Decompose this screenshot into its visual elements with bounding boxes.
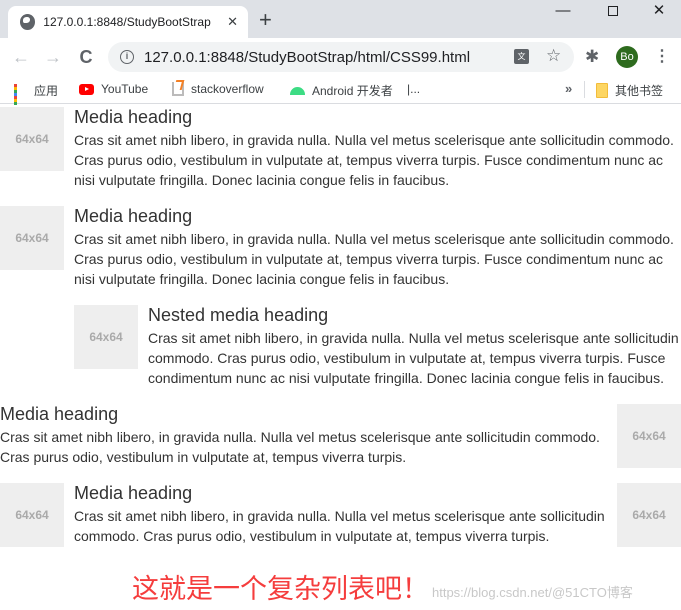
folder-icon: [596, 83, 608, 98]
profile-avatar[interactable]: Bo: [616, 46, 638, 68]
media-heading: Media heading: [0, 404, 119, 424]
media-item: 64x64 Media heading Cras sit amet nibh l…: [0, 107, 681, 190]
maximize-icon: [608, 6, 618, 16]
media-heading: Media heading: [74, 483, 193, 503]
media-heading: Media heading: [74, 206, 193, 226]
stackoverflow-icon: [172, 82, 184, 96]
maximize-button[interactable]: [590, 0, 636, 24]
page-content: 64x64 Media heading Cras sit amet nibh l…: [0, 105, 681, 610]
bookmark-truncated[interactable]: |...: [407, 82, 420, 96]
bookmark-label: YouTube: [101, 82, 149, 96]
android-icon: [290, 86, 305, 95]
tab-title: 127.0.0.1:8848/StudyBootStrap: [43, 15, 211, 29]
apps-icon: [14, 84, 27, 111]
youtube-icon: [79, 83, 94, 95]
nested-media-item: 64x64 Nested media heading Cras sit amet…: [74, 305, 681, 388]
media-item-both: 64x64 Media heading Cras sit amet nibh l…: [0, 483, 681, 547]
bookmark-apps[interactable]: 应用: [14, 82, 59, 111]
media-thumbnail: 64x64: [0, 107, 64, 171]
bookmarks-divider: [584, 81, 585, 98]
media-text: Cras sit amet nibh libero, in gravida nu…: [148, 330, 679, 386]
annotation-caption: 这就是一个复杂列表吧！: [132, 574, 429, 605]
media-thumbnail: 64x64: [617, 404, 681, 468]
media-heading: Media heading: [74, 107, 193, 127]
url-text[interactable]: 127.0.0.1:8848/StudyBootStrap/html/CSS99…: [144, 49, 470, 66]
bookmark-youtube[interactable]: YouTube: [79, 82, 148, 96]
bookmarks-overflow-button[interactable]: »: [565, 81, 572, 96]
back-button[interactable]: ←: [9, 45, 33, 69]
bookmark-label: Android 开发者: [312, 84, 393, 98]
bookmark-label: |...: [407, 82, 421, 96]
tab-strip: 127.0.0.1:8848/StudyBootStrap ✕ + — ✕: [0, 0, 681, 38]
media-body: Media heading Cras sit amet nibh libero,…: [74, 483, 607, 547]
media-body: Media heading Cras sit amet nibh libero,…: [74, 107, 681, 190]
bookmark-star-icon[interactable]: ☆: [546, 46, 561, 66]
watermark: https://blog.csdn.net/@51CTO博客: [432, 585, 633, 600]
media-text: Cras sit amet nibh libero, in gravida nu…: [74, 132, 674, 188]
bookmark-label: stackoverflow: [191, 82, 264, 96]
media-thumbnail: 64x64: [74, 305, 138, 369]
browser-toolbar: ← → C i 127.0.0.1:8848/StudyBootStrap/ht…: [0, 38, 681, 76]
media-body: Media heading Cras sit amet nibh libero,…: [74, 206, 681, 289]
media-thumbnail-left: 64x64: [0, 483, 64, 547]
media-item-right: Media heading Cras sit amet nibh libero,…: [0, 404, 681, 468]
media-text: Cras sit amet nibh libero, in gravida nu…: [0, 429, 600, 465]
new-tab-button[interactable]: +: [259, 8, 272, 32]
media-item: 64x64 Media heading Cras sit amet nibh l…: [0, 206, 681, 289]
other-bookmarks[interactable]: 其他书签: [596, 82, 663, 99]
bookmark-stackoverflow[interactable]: stackoverflow: [172, 82, 264, 96]
other-bookmarks-label: 其他书签: [615, 84, 664, 98]
browser-tab[interactable]: 127.0.0.1:8848/StudyBootStrap ✕: [8, 6, 248, 38]
media-body: Media heading Cras sit amet nibh libero,…: [0, 404, 607, 468]
bookmark-label: 应用: [34, 84, 59, 98]
bookmark-android[interactable]: Android 开发者: [290, 82, 393, 99]
reload-button[interactable]: C: [74, 45, 98, 69]
translate-icon[interactable]: 文: [514, 49, 529, 64]
media-thumbnail-right: 64x64: [617, 483, 681, 547]
browser-menu-icon[interactable]: ⋮: [654, 46, 670, 68]
media-heading: Nested media heading: [148, 305, 329, 325]
close-window-button[interactable]: ✕: [636, 0, 681, 24]
forward-button[interactable]: →: [41, 45, 65, 69]
bookmarks-bar: 应用 YouTube stackoverflow Android 开发者 |..…: [0, 76, 681, 111]
address-bar[interactable]: i 127.0.0.1:8848/StudyBootStrap/html/CSS…: [108, 42, 574, 72]
media-text: Cras sit amet nibh libero, in gravida nu…: [74, 231, 674, 287]
site-info-icon[interactable]: i: [120, 50, 134, 64]
extensions-icon[interactable]: ✱: [585, 47, 599, 67]
minimize-button[interactable]: —: [540, 0, 586, 24]
tab-close-icon[interactable]: ✕: [227, 14, 238, 30]
globe-icon: [20, 14, 36, 30]
media-thumbnail: 64x64: [0, 206, 64, 270]
media-body: Nested media heading Cras sit amet nibh …: [148, 305, 681, 388]
media-text: Cras sit amet nibh libero, in gravida nu…: [74, 508, 605, 544]
